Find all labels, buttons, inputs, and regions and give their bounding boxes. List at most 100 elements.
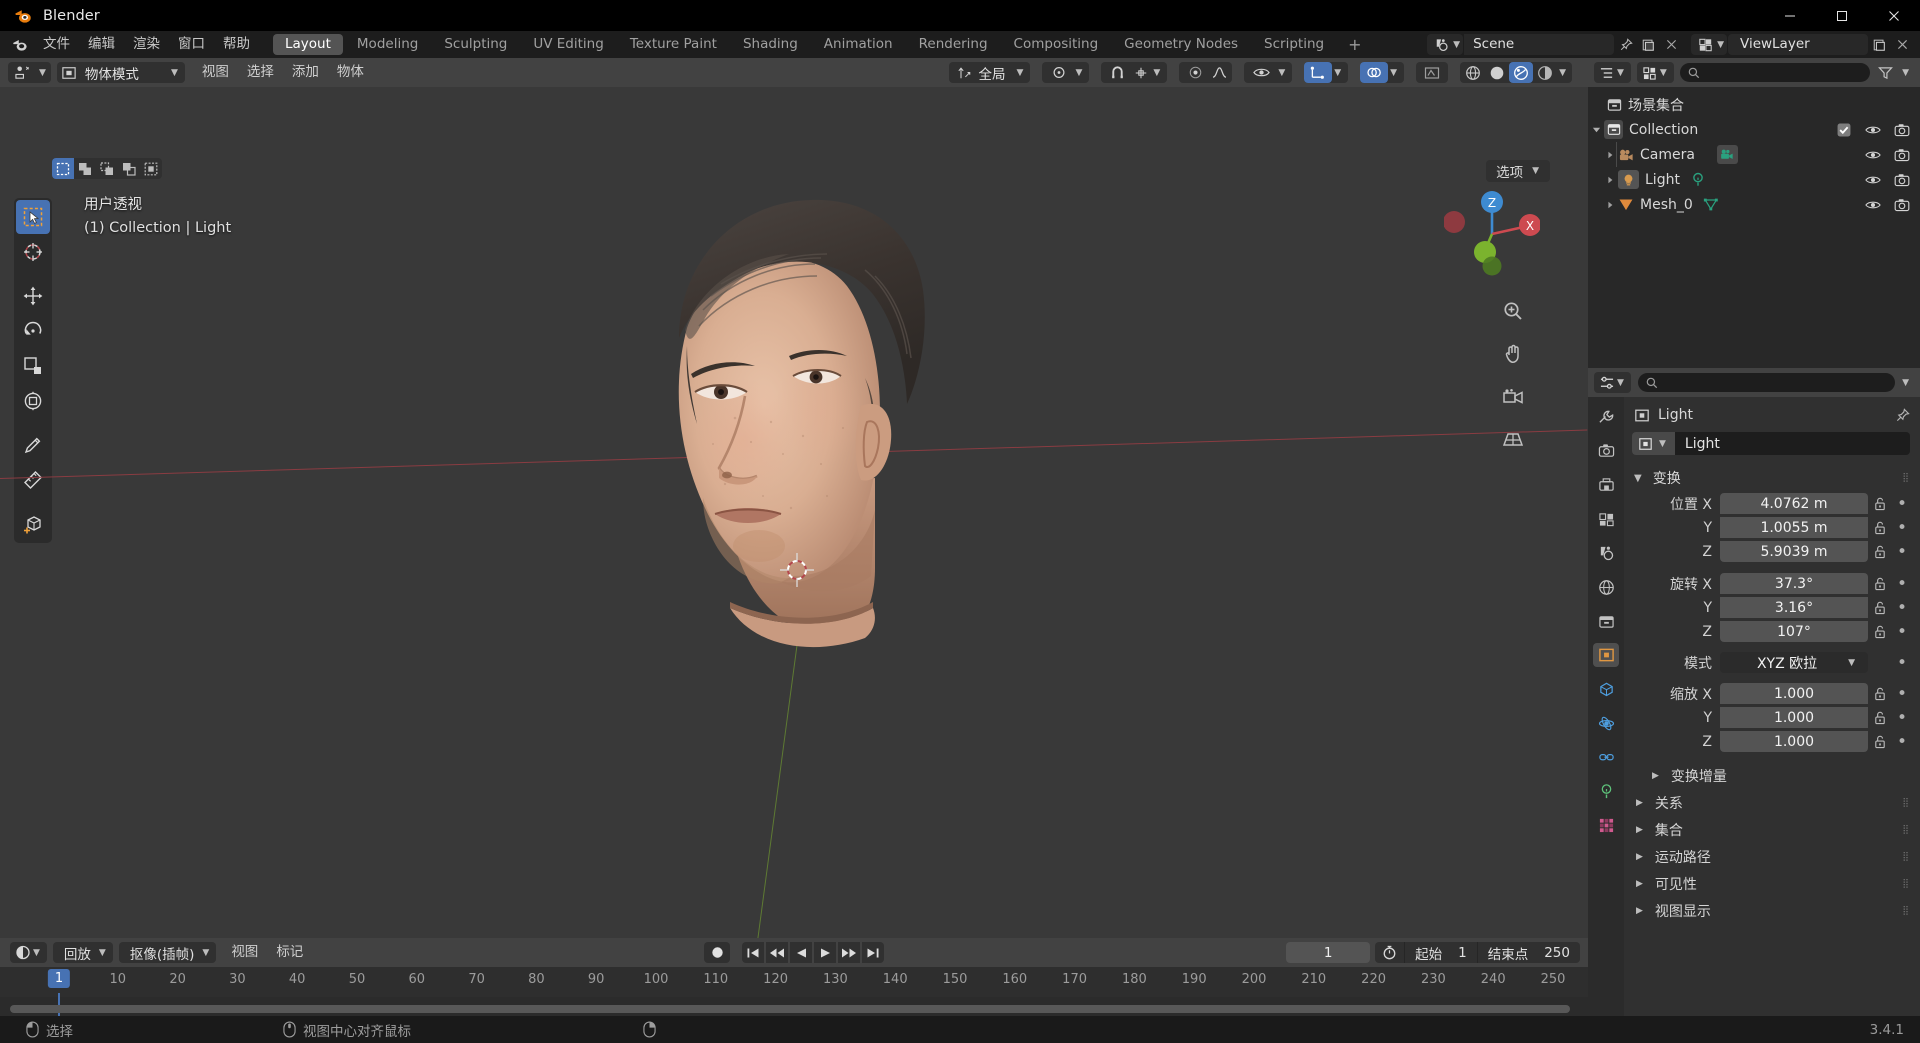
animate-property-icon[interactable]: • bbox=[1892, 494, 1912, 514]
collections-panel-header[interactable]: ▶ 集合 ⣿ bbox=[1624, 816, 1920, 843]
solid-shading-icon[interactable] bbox=[1485, 62, 1509, 83]
select-tool-modes[interactable] bbox=[52, 158, 162, 179]
tool-measure[interactable] bbox=[16, 463, 50, 497]
play-button[interactable] bbox=[814, 942, 836, 963]
select-subtract-icon[interactable] bbox=[96, 158, 118, 179]
tab-uv-editing[interactable]: UV Editing bbox=[521, 34, 615, 55]
tool-scale[interactable] bbox=[16, 349, 50, 383]
delete-view-layer-icon[interactable] bbox=[1891, 34, 1914, 55]
tab-geometry-nodes[interactable]: Geometry Nodes bbox=[1112, 34, 1250, 55]
proportional-editing-controls[interactable] bbox=[1179, 62, 1233, 83]
camera-render-icon[interactable] bbox=[1894, 172, 1910, 188]
pan-view-icon[interactable] bbox=[1498, 339, 1528, 369]
location-z-field[interactable]: 5.9039 m bbox=[1720, 541, 1868, 562]
viewport-navigation-gizmo[interactable]: Z X bbox=[1444, 186, 1540, 282]
keying-menu[interactable]: 抠像(插帧) ▼ bbox=[118, 942, 217, 963]
new-view-layer-icon[interactable] bbox=[1868, 34, 1891, 55]
location-x-field[interactable]: 4.0762 m bbox=[1720, 493, 1868, 514]
interaction-mode-selector[interactable]: 物体模式 ▼ bbox=[56, 62, 185, 83]
animate-property-icon[interactable]: • bbox=[1892, 653, 1912, 673]
pin-scene-icon[interactable] bbox=[1614, 34, 1637, 55]
animate-property-icon[interactable]: • bbox=[1892, 574, 1912, 594]
physics-tab[interactable] bbox=[1593, 711, 1619, 735]
panel-drag-grip[interactable]: ⣿ bbox=[1902, 474, 1910, 483]
previous-keyframe-button[interactable] bbox=[766, 942, 788, 963]
timeline-ruler[interactable]: 10 20 30 40 50 60 70 80 90 100 110 120 130 140 150 160 1… bbox=[0, 967, 1588, 1025]
tool-tab[interactable] bbox=[1593, 405, 1619, 429]
overlay-controls[interactable]: ▼ bbox=[1360, 62, 1405, 83]
timeline-menu-marker[interactable]: 标记 bbox=[267, 942, 312, 963]
data-tab[interactable] bbox=[1593, 779, 1619, 803]
object-visibility-icon[interactable] bbox=[1247, 62, 1276, 83]
texture-tab[interactable] bbox=[1593, 813, 1619, 837]
show-overlays-icon[interactable] bbox=[1360, 62, 1389, 83]
view-layer-name-field[interactable]: ViewLayer bbox=[1728, 34, 1868, 55]
tool-transform[interactable] bbox=[16, 384, 50, 418]
scale-y-field[interactable]: 1.000 bbox=[1720, 707, 1868, 728]
eye-icon[interactable] bbox=[1865, 122, 1881, 138]
tab-scripting[interactable]: Scripting bbox=[1252, 34, 1336, 55]
viewport-display-panel-header[interactable]: ▶ 视图显示 ⣿ bbox=[1624, 897, 1920, 924]
animate-property-icon[interactable]: • bbox=[1892, 684, 1912, 704]
outliner-row-scene-collection[interactable]: 场景集合 bbox=[1588, 92, 1920, 117]
render-tab[interactable] bbox=[1593, 439, 1619, 463]
tab-shading[interactable]: Shading bbox=[731, 34, 810, 55]
collection-tab[interactable] bbox=[1593, 609, 1619, 633]
tab-rendering[interactable]: Rendering bbox=[907, 34, 1000, 55]
lock-icon[interactable] bbox=[1868, 545, 1892, 559]
tool-select-box[interactable] bbox=[16, 200, 50, 234]
start-frame-field[interactable]: 起始 1 bbox=[1405, 942, 1478, 963]
select-extend-icon[interactable] bbox=[74, 158, 96, 179]
editor-type-selector[interactable]: ▼ bbox=[8, 62, 51, 83]
scene-browse-button[interactable]: ▼ bbox=[1427, 34, 1464, 55]
outliner-row-mesh[interactable]: Mesh_0 bbox=[1588, 192, 1920, 217]
outliner-display-mode-selector[interactable]: ▼ bbox=[1636, 62, 1674, 83]
outliner-row-collection[interactable]: Collection bbox=[1588, 117, 1920, 142]
eye-icon[interactable] bbox=[1865, 197, 1881, 213]
visibility-panel-header[interactable]: ▶ 可见性 ⣿ bbox=[1624, 870, 1920, 897]
scale-z-field[interactable]: 1.000 bbox=[1720, 731, 1868, 752]
select-new-icon[interactable] bbox=[52, 158, 74, 179]
playhead-label[interactable]: 1 bbox=[47, 969, 71, 988]
eye-icon[interactable] bbox=[1865, 172, 1881, 188]
next-keyframe-button[interactable] bbox=[838, 942, 860, 963]
transform-panel-header[interactable]: ▼ 变换 ⣿ bbox=[1624, 465, 1920, 491]
modifier-tab[interactable] bbox=[1593, 677, 1619, 701]
panel-drag-grip[interactable]: ⣿ bbox=[1902, 798, 1910, 808]
viewport-options-button[interactable]: 选项 ▼ bbox=[1486, 160, 1550, 182]
view-layer-browse-button[interactable]: ▼ bbox=[1691, 34, 1727, 55]
animate-property-icon[interactable]: • bbox=[1892, 708, 1912, 728]
zoom-view-icon[interactable] bbox=[1498, 296, 1528, 326]
properties-search-input[interactable] bbox=[1637, 373, 1896, 392]
properties-editor-type-selector[interactable]: ▼ bbox=[1594, 372, 1631, 393]
toggle-orthographic-icon[interactable] bbox=[1498, 424, 1528, 454]
rotation-x-field[interactable]: 37.3° bbox=[1720, 573, 1868, 594]
scene-tab[interactable] bbox=[1593, 541, 1619, 565]
eye-icon[interactable] bbox=[1865, 147, 1881, 163]
select-invert-icon[interactable] bbox=[118, 158, 140, 179]
lock-icon[interactable] bbox=[1868, 711, 1892, 725]
jump-to-end-button[interactable] bbox=[862, 942, 884, 963]
animate-property-icon[interactable]: • bbox=[1892, 622, 1912, 642]
viewport-3d[interactable]: ▼ 物体模式 ▼ 视图 选择 添加 物体 全局 ▼ ▼ ▼ ▼ ▼ ▼ ▼ 用户… bbox=[0, 58, 1588, 938]
lock-icon[interactable] bbox=[1868, 497, 1892, 511]
snap-target-icon[interactable] bbox=[1131, 62, 1151, 83]
outliner-row-light[interactable]: Light bbox=[1588, 167, 1920, 192]
tool-move[interactable] bbox=[16, 279, 50, 313]
outliner-editor[interactable]: ▼ ▼ ▼ 场景集合 Collection Camera Light Mesh_… bbox=[1588, 58, 1920, 368]
timeline-horizontal-scrollbar[interactable] bbox=[10, 1005, 1570, 1013]
end-frame-field[interactable]: 结束点 250 bbox=[1478, 942, 1580, 963]
panel-drag-grip[interactable]: ⣿ bbox=[1902, 879, 1910, 889]
motion-paths-panel-header[interactable]: ▶ 运动路径 ⣿ bbox=[1624, 843, 1920, 870]
proportional-falloff-icon[interactable] bbox=[1209, 62, 1230, 83]
checkbox-exclude[interactable] bbox=[1836, 122, 1852, 138]
lock-icon[interactable] bbox=[1868, 687, 1892, 701]
lock-icon[interactable] bbox=[1868, 601, 1892, 615]
outliner-search-input[interactable] bbox=[1679, 63, 1871, 82]
close-button[interactable] bbox=[1868, 0, 1920, 31]
animate-property-icon[interactable]: • bbox=[1892, 518, 1912, 538]
menu-window[interactable]: 窗口 bbox=[169, 31, 214, 58]
lock-icon[interactable] bbox=[1868, 735, 1892, 749]
camera-view-icon[interactable] bbox=[1498, 382, 1528, 412]
toggle-xray-icon[interactable] bbox=[1418, 62, 1446, 83]
